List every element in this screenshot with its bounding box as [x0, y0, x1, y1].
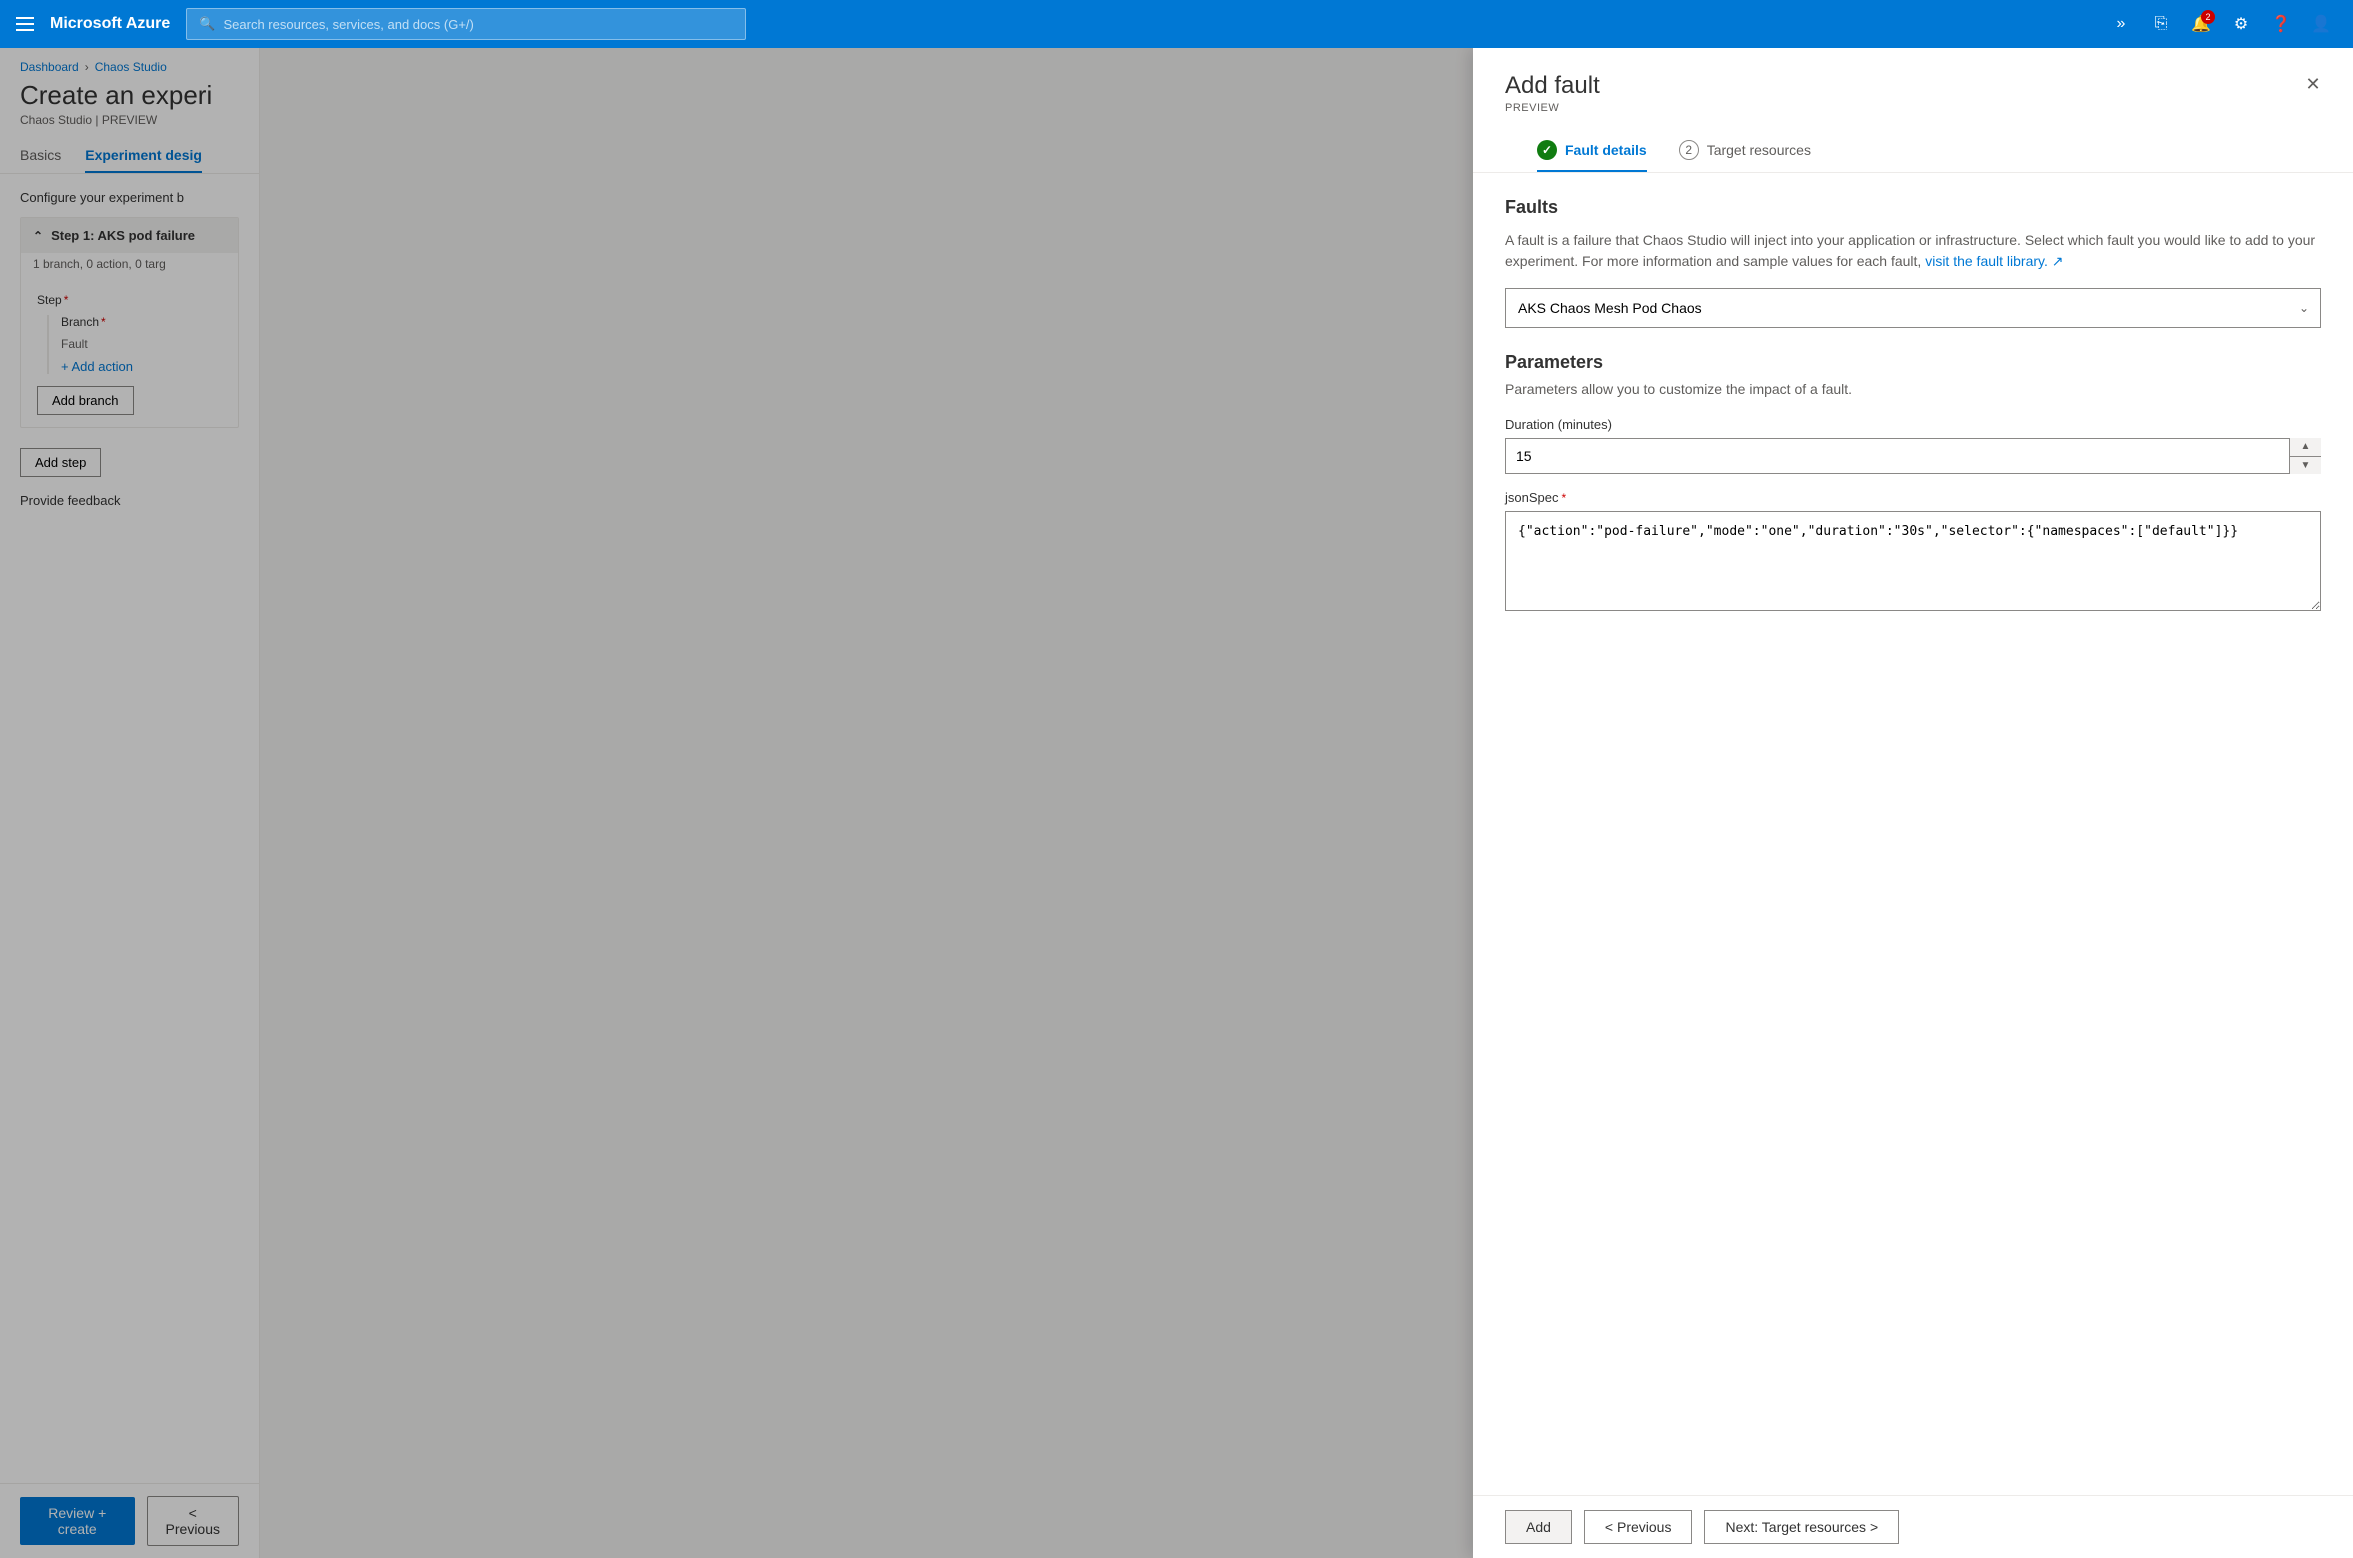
tab-fault-details-label: Fault details	[1565, 142, 1647, 158]
help-icon[interactable]: ❓	[2265, 8, 2297, 40]
tab-target-resources[interactable]: 2 Target resources	[1679, 130, 1811, 172]
nav-brand: Microsoft Azure	[50, 15, 170, 33]
flyout-panel: Add fault PREVIEW ✕ ✓ Fault details 2 Ta…	[1473, 48, 2353, 1558]
notification-icon[interactable]: 🔔 2	[2185, 8, 2217, 40]
flyout-body: Faults A fault is a failure that Chaos S…	[1473, 173, 2353, 1495]
next-target-resources-button[interactable]: Next: Target resources >	[1704, 1510, 1899, 1544]
tab-check-icon: ✓	[1537, 140, 1557, 160]
spin-down-icon[interactable]: ▼	[2290, 457, 2321, 475]
flyout-title: Add fault	[1505, 72, 2321, 100]
fault-select[interactable]: AKS Chaos Mesh Pod Chaos CPU Pressure Me…	[1505, 288, 2321, 328]
terminal-icon[interactable]: »	[2105, 8, 2137, 40]
tab-target-resources-label: Target resources	[1707, 142, 1811, 158]
flyout-tabs: ✓ Fault details 2 Target resources	[1505, 130, 2321, 172]
jsonspec-textarea[interactable]: {"action":"pod-failure","mode":"one","du…	[1505, 511, 2321, 611]
fault-library-link[interactable]: visit the fault library. ↗	[1925, 253, 2063, 269]
hamburger-icon[interactable]	[16, 17, 34, 31]
search-icon: 🔍	[199, 16, 215, 32]
settings-icon[interactable]: ⚙	[2225, 8, 2257, 40]
tab-number-icon: 2	[1679, 140, 1699, 160]
jsonspec-field-group: jsonSpec * {"action":"pod-failure","mode…	[1505, 490, 2321, 614]
top-nav: Microsoft Azure 🔍 » ⎘ 🔔 2 ⚙ ❓ 👤	[0, 0, 2353, 48]
duration-input-wrapper: 15 ▲ ▼	[1505, 438, 2321, 474]
tab-fault-details[interactable]: ✓ Fault details	[1537, 130, 1647, 172]
add-button[interactable]: Add	[1505, 1510, 1572, 1544]
duration-field-group: Duration (minutes) 15 ▲ ▼	[1505, 417, 2321, 474]
duration-input[interactable]: 15	[1505, 438, 2321, 474]
flyout-header: Add fault PREVIEW ✕ ✓ Fault details 2 Ta…	[1473, 48, 2353, 173]
jsonspec-label: jsonSpec *	[1505, 490, 2321, 505]
faults-section-desc: A fault is a failure that Chaos Studio w…	[1505, 230, 2321, 272]
search-input[interactable]	[224, 17, 734, 32]
search-bar[interactable]: 🔍	[186, 8, 746, 40]
spin-buttons: ▲ ▼	[2289, 438, 2321, 474]
cloud-shell-icon[interactable]: ⎘	[2145, 8, 2177, 40]
faults-section-title: Faults	[1505, 197, 2321, 218]
notification-badge: 2	[2201, 10, 2215, 24]
duration-label: Duration (minutes)	[1505, 417, 2321, 432]
profile-icon[interactable]: 👤	[2305, 8, 2337, 40]
flyout-footer: Add < Previous Next: Target resources >	[1473, 1495, 2353, 1558]
jsonspec-required-star: *	[1561, 491, 1566, 505]
close-icon[interactable]: ✕	[2297, 68, 2329, 100]
fault-select-wrapper: AKS Chaos Mesh Pod Chaos CPU Pressure Me…	[1505, 288, 2321, 328]
params-title: Parameters	[1505, 352, 2321, 373]
main-container: Dashboard › Chaos Studio Create an exper…	[0, 48, 2353, 1558]
spin-up-icon[interactable]: ▲	[2290, 438, 2321, 457]
nav-icons: » ⎘ 🔔 2 ⚙ ❓ 👤	[2105, 8, 2337, 40]
flyout-subtitle: PREVIEW	[1505, 102, 2321, 114]
flyout-previous-button[interactable]: < Previous	[1584, 1510, 1693, 1544]
params-desc: Parameters allow you to customize the im…	[1505, 381, 2321, 397]
